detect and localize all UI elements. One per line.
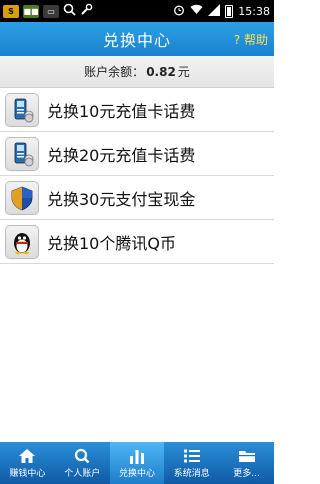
tab-label: 系统消息	[173, 468, 210, 479]
wifi-icon	[190, 4, 203, 18]
app-notification-icon: S	[3, 4, 19, 18]
alarm-icon	[173, 4, 185, 19]
search-icon	[63, 3, 76, 19]
tab-label: 更多...	[233, 468, 260, 479]
phone-card-icon	[5, 136, 39, 171]
tab-more[interactable]: 更多...	[219, 442, 274, 484]
title-bar: 兑换中心 ? 帮助	[0, 22, 274, 56]
status-bar: S ■■ ▭ 15:38	[0, 0, 274, 22]
list-item-qq-coin[interactable]: 兑换10个腾讯Q币	[0, 220, 274, 264]
folder-icon	[238, 450, 255, 462]
bar-chart-icon	[129, 449, 144, 464]
list-item-phone-20[interactable]: 兑换20元充值卡话费	[0, 132, 274, 176]
balance-value: 0.82	[146, 64, 176, 79]
exchange-list: 兑换10元充值卡话费 兑换20元充值卡话费 兑换30元支付宝现金 兑换10个腾讯…	[0, 88, 274, 264]
account-balance: 账户余额： 0.82 元	[0, 56, 274, 88]
alipay-shield-icon	[5, 180, 39, 215]
bottom-tab-bar: 赚钱中心 个人账户 兑换中心 系统消息 更多...	[0, 442, 274, 484]
balance-unit: 元	[177, 65, 190, 79]
balance-label: 账户余额：	[84, 65, 145, 79]
bbm-icon: ■■	[23, 4, 39, 18]
phone-card-icon	[5, 92, 39, 127]
signal-icon	[208, 3, 221, 19]
search-icon	[75, 448, 90, 463]
chat-icon: ▭	[43, 4, 59, 18]
list-item-label: 兑换20元充值卡话费	[47, 145, 196, 165]
tab-system-messages[interactable]: 系统消息	[164, 442, 219, 484]
tab-label: 赚钱中心	[9, 468, 46, 479]
tab-personal-account[interactable]: 个人账户	[55, 442, 110, 484]
list-item-alipay-30[interactable]: 兑换30元支付宝现金	[0, 176, 274, 220]
page-title: 兑换中心	[102, 31, 171, 50]
list-item-label: 兑换10个腾讯Q币	[47, 233, 176, 253]
battery-icon	[225, 4, 234, 18]
list-item-label: 兑换30元支付宝现金	[47, 189, 196, 209]
tab-label: 兑换中心	[118, 468, 155, 479]
list-icon	[183, 449, 200, 462]
tab-earn-center[interactable]: 赚钱中心	[0, 442, 55, 484]
tab-exchange-center[interactable]: 兑换中心	[109, 442, 165, 484]
wrench-icon	[80, 3, 93, 19]
tab-label: 个人账户	[64, 468, 101, 479]
list-item-phone-10[interactable]: 兑换10元充值卡话费	[0, 88, 274, 132]
help-button[interactable]: ? 帮助	[234, 31, 268, 48]
home-icon	[19, 448, 36, 463]
status-time: 15:38	[238, 4, 270, 18]
list-item-label: 兑换10元充值卡话费	[47, 101, 196, 121]
qq-penguin-icon	[5, 224, 39, 259]
